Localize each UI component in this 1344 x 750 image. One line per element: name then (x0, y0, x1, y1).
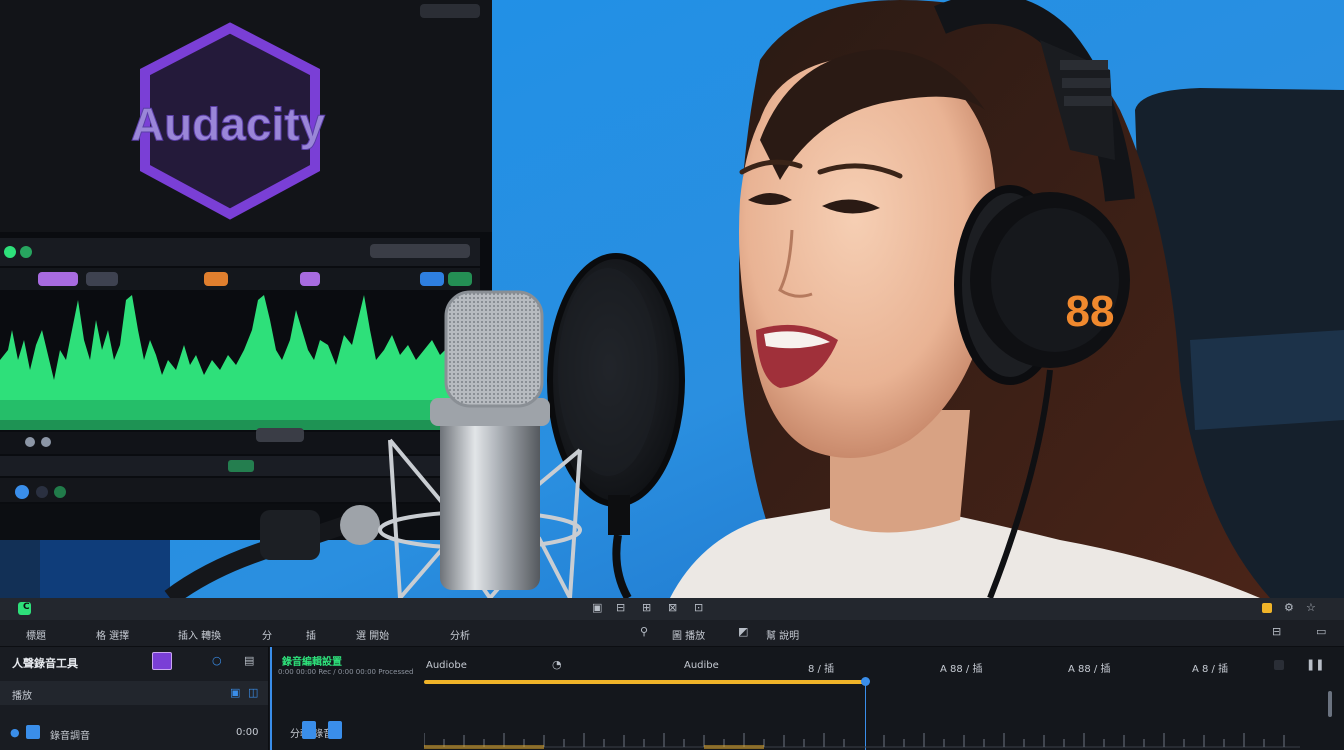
collapse-icon[interactable]: ◫ (248, 686, 258, 699)
microphone (430, 290, 550, 590)
menu-item-8[interactable]: 圖 播放 (672, 627, 705, 642)
timeline-ruler (424, 733, 1300, 749)
boom-joint (260, 510, 320, 560)
menu-bar: 標題 格 選擇 插入 轉換 分 插 選 開始 分析 ⚲ 圖 播放 ◩ 幫 說明 … (0, 620, 1344, 647)
ruler-label-6: A 8 / 插 (1192, 664, 1229, 675)
pause-icon[interactable]: ❚❚ (1306, 658, 1324, 671)
ruler-label-3: 8 / 插 (808, 664, 835, 675)
menu-item-7[interactable]: 分析 (450, 627, 470, 642)
menu-item-1[interactable]: 標題 (26, 627, 46, 642)
star-icon[interactable]: ☆ (1306, 601, 1316, 614)
menu-item-9[interactable]: 幫 說明 (766, 627, 799, 642)
thumbnail-icon[interactable] (152, 652, 172, 670)
audio-editor-panel: C ▣ ⊟ ⊞ ⊠ ⊡ ⚙ ☆ 標題 格 選擇 插入 轉換 分 插 選 開始 分… (0, 598, 1344, 750)
pin-icon[interactable]: ⚲ (640, 625, 648, 638)
settings-icon[interactable]: ⚙ (1284, 601, 1294, 614)
list-icon[interactable]: ▤ (244, 654, 254, 667)
logo-text: Audacity (131, 98, 326, 150)
mute-toggle-icon[interactable] (1274, 660, 1284, 670)
track-header-subtitle: 0:00 00:00 Rec / 0:00 00:00 Processed (278, 668, 414, 676)
grid-icon[interactable]: ⊞ (642, 601, 651, 614)
dot-icon: ● (10, 726, 20, 739)
left-panel: 人聲錄音工具 ○ ▤ 播放 ▣ ◫ ● 錄音調音 0:00 (0, 647, 269, 750)
track-header-title: 錄音編輯設置 (282, 657, 342, 668)
export-icon[interactable]: ⊟ (1272, 625, 1281, 638)
title-bar: C ▣ ⊟ ⊞ ⊠ ⊡ ⚙ ☆ (0, 598, 1344, 621)
menu-item-6[interactable]: 選 開始 (356, 627, 389, 642)
track-btn-1[interactable] (302, 721, 316, 739)
left-row2-label: 錄音調音 (50, 731, 90, 742)
photo-stage: Audacity 88 C ▣ ⊟ ⊞ ⊠ ⊡ ⚙ ☆ 標題 格 選擇 插入 轉… (0, 0, 1344, 750)
split-icon[interactable]: ⊟ (616, 601, 625, 614)
ruler-label-4: A 88 / 插 (940, 664, 983, 675)
search-icon[interactable]: ○ (212, 654, 222, 667)
layout-icon[interactable]: ⊠ (668, 601, 677, 614)
menu-item-2[interactable]: 格 選擇 (96, 627, 129, 642)
left-row1-label: 播放 (12, 691, 32, 702)
monitor: Audacity (0, 0, 492, 598)
menu-item-4[interactable]: 分 (262, 627, 272, 642)
ruler-label-5: A 88 / 插 (1068, 664, 1111, 675)
scroll-thumb[interactable] (1328, 691, 1332, 717)
flag-icon[interactable]: ◩ (738, 625, 748, 638)
view-icon[interactable]: ▣ (592, 601, 602, 614)
speaker-icon[interactable]: ◔ (552, 658, 562, 671)
window-icon[interactable]: ▭ (1316, 625, 1326, 638)
left-row2-value: 0:00 (236, 727, 259, 738)
ruler-label-1: Audiobe (426, 660, 467, 671)
headphone-badge: 88 (1066, 287, 1115, 336)
alert-badge-icon[interactable] (1262, 603, 1272, 613)
menu-item-3[interactable]: 插入 轉換 (178, 627, 221, 642)
ruler-label-2: Audibe (684, 660, 719, 671)
expand-icon[interactable]: ▣ (230, 686, 240, 699)
studio-scene: Audacity 88 (0, 0, 1344, 598)
left-panel-title: 人聲錄音工具 (12, 657, 78, 670)
left-panel-row-1[interactable]: 播放 ▣ ◫ (0, 681, 268, 705)
left-panel-row-2[interactable]: ● 錄音調音 0:00 (0, 721, 268, 745)
track-area: 錄音編輯設置 0:00 00:00 Rec / 0:00 00:00 Proce… (272, 647, 1344, 750)
checkbox-icon[interactable] (26, 725, 40, 739)
track-btn-2[interactable] (328, 721, 342, 739)
toolbar-btn-1[interactable]: C (23, 602, 30, 612)
panel-icon[interactable]: ⊡ (694, 601, 703, 614)
menu-item-5[interactable]: 插 (306, 627, 316, 642)
selection-bar[interactable] (424, 680, 866, 684)
